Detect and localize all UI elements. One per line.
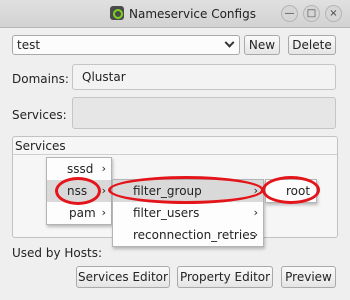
minimize-button[interactable]: — [281,5,298,22]
chevron-right-icon: › [101,162,106,175]
app-logo-icon [110,6,124,20]
service-menu: sssd › nss › pam › [46,157,112,225]
chevron-right-icon: › [101,184,106,197]
menu-item-label: reconnection_retries [133,228,256,242]
menu-item-label: nss [67,184,88,198]
close-button[interactable]: × [325,5,342,22]
config-select-value: test [17,38,41,52]
delete-button[interactable]: Delete [288,35,336,55]
services-tree-header: Services [15,139,66,153]
menu-item-sssd[interactable]: sssd › [47,158,111,180]
domains-field[interactable]: Qlustar [72,64,336,90]
property-editor-button[interactable]: Property Editor [177,266,273,288]
domains-value: Qlustar [82,70,126,84]
filter-group-submenu: root [265,179,317,203]
menu-item-filter-users[interactable]: filter_users › [113,202,263,224]
chevron-down-icon [224,37,235,48]
menu-item-filter-group[interactable]: filter_group › [113,180,263,202]
nss-submenu: filter_group › filter_users › reconnecti… [112,179,264,247]
services-editor-button[interactable]: Services Editor [76,266,170,288]
maximize-button[interactable]: □ [303,5,320,22]
config-select[interactable]: test [12,35,240,55]
title-bar[interactable]: Nameservice Configs — □ × [0,0,350,28]
menu-item-pam[interactable]: pam › [47,202,111,224]
menu-item-label: pam [69,206,96,220]
menu-item-label: root [286,184,311,198]
chevron-right-icon: › [253,206,258,219]
domains-label: Domains: [12,72,69,86]
menu-item-nss[interactable]: nss › [47,180,111,202]
menu-item-reconnection-retries[interactable]: reconnection_retries › [113,224,263,246]
services-field[interactable] [72,97,336,129]
chevron-right-icon: › [253,228,258,241]
close-icon: × [329,8,338,19]
chevron-right-icon: › [253,184,258,197]
menu-item-label: filter_group [133,184,202,198]
new-button[interactable]: New [244,35,280,55]
minimize-icon: — [284,8,295,19]
services-tree-divider [13,154,337,155]
menu-item-label: sssd [67,162,94,176]
services-label: Services: [12,108,67,122]
used-by-hosts-label: Used by Hosts: [12,246,102,260]
preview-button[interactable]: Preview [281,266,336,288]
menu-item-label: filter_users [133,206,200,220]
menu-item-root[interactable]: root [266,180,316,202]
window-title: Nameservice Configs [129,7,256,21]
chevron-right-icon: › [101,206,106,219]
maximize-icon: □ [306,8,317,19]
